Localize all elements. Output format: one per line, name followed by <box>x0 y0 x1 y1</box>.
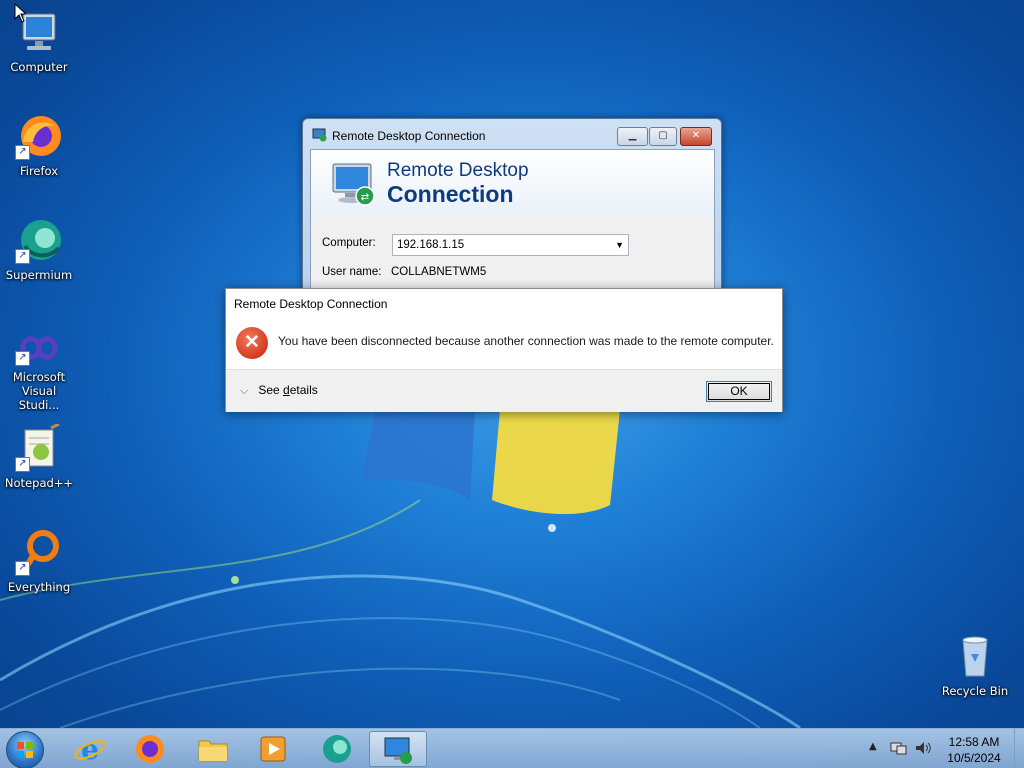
supermium-icon: ↗ <box>15 216 63 264</box>
disconnect-dialog: Remote Desktop Connection ✕ You have bee… <box>225 288 783 412</box>
taskbar-media-player[interactable] <box>245 731 301 767</box>
shortcut-arrow-icon: ↗ <box>15 457 30 472</box>
username-label: User name: <box>322 266 382 278</box>
maximize-button[interactable]: ▢ <box>649 127 677 146</box>
see-details-access-key: d <box>283 383 290 397</box>
dialog-message: You have been disconnected because anoth… <box>278 334 774 348</box>
shortcut-arrow-icon: ↗ <box>15 249 30 264</box>
desktop-icon-label-line2: Visual Studi... <box>18 384 60 412</box>
network-icon[interactable] <box>889 740 907 756</box>
taskbar-remote-desktop[interactable] <box>369 731 427 767</box>
start-button[interactable] <box>6 731 44 768</box>
rdc-titlebar[interactable]: Remote Desktop Connection ▁ ▢ ✕ <box>303 119 721 149</box>
shortcut-arrow-icon: ↗ <box>15 145 30 160</box>
shortcut-arrow-icon: ↗ <box>15 561 30 576</box>
remote-desktop-icon <box>384 737 412 764</box>
desktop-icon-firefox[interactable]: ↗ Firefox <box>1 112 77 178</box>
dialog-footer: ⌵ See details OK <box>226 369 782 412</box>
rdc-banner: ⇄ Remote Desktop Connection <box>310 149 715 218</box>
remote-desktop-icon: ⇄ <box>332 163 375 206</box>
rdc-window-title: Remote Desktop Connection <box>332 129 486 143</box>
media-player-icon <box>260 736 286 762</box>
desktop: Computer ↗ Firefox ↗ Supermium ↗ Microso… <box>0 0 1024 768</box>
taskbar-supermium[interactable] <box>309 731 365 767</box>
desktop-icon-recycle-bin[interactable]: Recycle Bin <box>937 632 1013 698</box>
desktop-icon-visual-studio[interactable]: ↗ Microsoft Visual Studi... <box>1 330 77 412</box>
desktop-icon-notepadpp[interactable]: ↗ Notepad++ <box>1 422 77 490</box>
rdc-window: Remote Desktop Connection ▁ ▢ ✕ ⇄ Remote… <box>302 118 722 305</box>
desktop-icon-label: Supermium <box>5 268 73 282</box>
banner-title-line2: Connection <box>387 181 514 207</box>
folder-icon <box>198 740 228 762</box>
desktop-icon-label: Computer <box>10 60 68 74</box>
taskbar: e ▲ 12:58 AM 10/5/2024 <box>0 728 1024 768</box>
username-value: COLLABNETWM5 <box>391 266 487 278</box>
minimize-button[interactable]: ▁ <box>617 127 648 146</box>
shortcut-arrow-icon: ↗ <box>15 351 30 366</box>
desktop-icon-supermium[interactable]: ↗ Supermium <box>1 216 77 282</box>
see-details-suffix: etails <box>289 383 318 397</box>
ok-button[interactable]: OK <box>706 381 772 402</box>
svg-text:⇄: ⇄ <box>361 192 369 203</box>
dialog-title: Remote Desktop Connection <box>234 297 388 311</box>
computer-value: 192.168.1.15 <box>397 239 465 251</box>
show-desktop-button[interactable] <box>1014 729 1024 768</box>
everything-icon: ↗ <box>15 528 63 576</box>
mouse-cursor-icon <box>14 3 26 23</box>
show-hidden-icons-arrow[interactable]: ▲ <box>869 741 877 752</box>
desktop-icon-label: Recycle Bin <box>941 684 1009 698</box>
desktop-icon-label: Notepad++ <box>4 476 74 490</box>
notepadpp-icon: ↗ <box>15 422 63 472</box>
desktop-icon-everything[interactable]: ↗ Everything <box>1 528 77 594</box>
desktop-icon-label-line1: Microsoft <box>12 370 66 384</box>
dropdown-arrow-icon[interactable]: ▼ <box>615 235 624 255</box>
taskbar-explorer[interactable] <box>185 731 241 767</box>
desktop-icon-computer[interactable]: Computer <box>1 8 77 74</box>
taskbar-internet-explorer[interactable]: e <box>62 731 118 767</box>
windows-logo-icon <box>17 742 33 758</box>
see-details-prefix: See <box>258 383 284 397</box>
chevron-down-icon: ⌵ <box>240 385 249 397</box>
supermium-icon <box>323 735 351 763</box>
desktop-icon-label: Firefox <box>19 164 59 178</box>
clock-time[interactable]: 12:58 AM <box>944 735 1004 749</box>
banner-title-line1: Remote Desktop <box>387 160 529 181</box>
internet-explorer-icon: e <box>74 733 106 766</box>
rdc-title-icon <box>312 128 327 142</box>
clock-date[interactable]: 10/5/2024 <box>944 751 1004 765</box>
desktop-icon-label: Everything <box>7 580 71 594</box>
computer-label: Computer: <box>322 237 376 249</box>
see-details-toggle[interactable]: ⌵ See details <box>240 383 318 398</box>
svg-text:e: e <box>81 733 99 766</box>
recycle-bin-icon <box>951 632 999 680</box>
firefox-icon: ↗ <box>15 112 63 160</box>
firefox-icon <box>136 735 164 763</box>
taskbar-firefox[interactable] <box>122 731 178 767</box>
volume-icon[interactable] <box>914 740 932 756</box>
computer-combobox[interactable]: 192.168.1.15 ▼ <box>392 234 629 256</box>
close-button[interactable]: ✕ <box>680 127 712 146</box>
visual-studio-icon: ↗ <box>15 330 63 366</box>
error-icon: ✕ <box>236 327 268 359</box>
